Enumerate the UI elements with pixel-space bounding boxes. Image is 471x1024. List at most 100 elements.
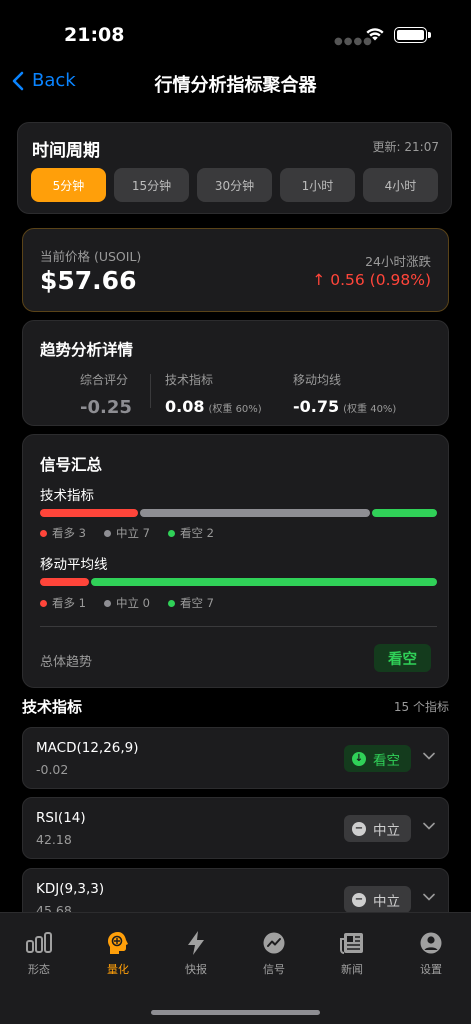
overall-trend-badge: 看空 bbox=[374, 644, 431, 672]
bear-segment bbox=[91, 578, 437, 586]
indicator-name: MACD(12,26,9) bbox=[36, 740, 139, 756]
tech-signal-bar bbox=[40, 509, 437, 517]
tab-label: 形态 bbox=[28, 963, 50, 976]
period-selector: 5分钟 15分钟 30分钟 1小时 4小时 bbox=[31, 168, 438, 202]
bull-dot-icon bbox=[40, 600, 47, 607]
signal-summary-card: 信号汇总 技术指标 看多 3 中立 7 看空 2 移动平均线 看多 1 中立 0… bbox=[22, 434, 449, 688]
neutral-dot-icon bbox=[103, 600, 111, 607]
trend-analysis-card: 趋势分析详情 综合评分 -0.25 技术指标 0.08 (权重 60%) 移动均线… bbox=[22, 320, 449, 426]
bear-segment bbox=[371, 509, 437, 517]
bar-chart-icon bbox=[26, 932, 52, 953]
tab-label: 新闻 bbox=[341, 963, 363, 976]
indicator-row-rsi[interactable]: RSI(14) 42.18 − 中立 bbox=[22, 797, 449, 859]
bull-segment bbox=[40, 578, 90, 586]
tech-score: 技术指标 0.08 (权重 60%) bbox=[165, 371, 262, 416]
period-4h-button[interactable]: 4小时 bbox=[363, 168, 438, 202]
ma-signal-bar bbox=[40, 578, 437, 586]
indicator-row-macd[interactable]: MACD(12,26,9) -0.02 ↓ 看空 bbox=[22, 727, 449, 789]
tab-signal[interactable]: 信号 bbox=[244, 929, 304, 977]
period-1h-button[interactable]: 1小时 bbox=[280, 168, 355, 202]
change-label: 24小时涨跌 bbox=[365, 254, 431, 269]
neutral-dot-icon bbox=[103, 530, 111, 537]
time-period-card: 时间周期 更新: 21:07 5分钟 15分钟 30分钟 1小时 4小时 bbox=[17, 122, 452, 214]
indicator-name: KDJ(9,3,3) bbox=[36, 881, 105, 897]
indicators-header: 技术指标 15 个指标 bbox=[22, 694, 449, 716]
ma-signal-label: 移动平均线 bbox=[40, 557, 108, 573]
tab-news[interactable]: 新闻 bbox=[322, 929, 382, 977]
user-icon bbox=[420, 932, 442, 954]
bull-dot-icon bbox=[40, 530, 47, 537]
updated-time: 更新: 21:07 bbox=[372, 140, 439, 154]
chevron-down-icon[interactable] bbox=[423, 822, 435, 830]
composite-score: 综合评分 -0.25 bbox=[80, 371, 132, 418]
chevron-down-icon[interactable] bbox=[423, 752, 435, 760]
newspaper-icon bbox=[340, 933, 363, 954]
status-time: 21:08 bbox=[64, 24, 125, 46]
chevron-down-icon[interactable] bbox=[423, 893, 435, 901]
ma-score-weight: (权重 40%) bbox=[343, 404, 397, 415]
tab-pattern[interactable]: 形态 bbox=[9, 929, 69, 977]
signal-badge: − 中立 bbox=[344, 886, 411, 913]
signal-label: 看空 bbox=[373, 752, 400, 769]
current-price: $57.66 bbox=[40, 266, 137, 295]
period-15m-button[interactable]: 15分钟 bbox=[114, 168, 189, 202]
neutral-segment bbox=[140, 509, 370, 517]
overall-trend-label: 总体趋势 bbox=[40, 655, 93, 670]
tab-label: 设置 bbox=[420, 963, 442, 976]
change-value: ↑ 0.56 (0.98%) bbox=[312, 271, 431, 289]
signal-badge: ↓ 看空 bbox=[344, 745, 411, 772]
signal-label: 中立 bbox=[373, 822, 400, 839]
bolt-icon bbox=[188, 931, 204, 955]
indicators-title: 技术指标 bbox=[22, 698, 83, 716]
signal-badge: − 中立 bbox=[344, 815, 411, 842]
tech-score-label: 技术指标 bbox=[165, 373, 214, 387]
signal-title: 信号汇总 bbox=[40, 456, 103, 474]
indicators-count: 15 个指标 bbox=[393, 700, 449, 714]
ma-score-value: -0.75 bbox=[293, 397, 340, 416]
composite-score-label: 综合评分 bbox=[80, 373, 129, 387]
home-indicator bbox=[151, 1010, 320, 1015]
page-title: 行情分析指标聚合器 bbox=[154, 75, 317, 96]
tab-quant[interactable]: 量化 bbox=[88, 929, 148, 977]
tab-label: 量化 bbox=[107, 963, 129, 976]
neutral-count: 中立 7 bbox=[115, 526, 150, 540]
bull-count: 看多 1 bbox=[52, 596, 86, 610]
trend-title: 趋势分析详情 bbox=[40, 341, 134, 359]
signal-label: 中立 bbox=[373, 893, 400, 910]
bull-segment bbox=[40, 509, 139, 517]
tab-settings[interactable]: 设置 bbox=[401, 929, 461, 977]
tab-label: 信号 bbox=[263, 963, 285, 976]
divider bbox=[40, 626, 437, 627]
period-30m-button[interactable]: 30分钟 bbox=[197, 168, 272, 202]
bear-dot-icon bbox=[167, 530, 175, 537]
wifi-icon bbox=[366, 28, 384, 41]
tech-score-value: 0.08 bbox=[165, 397, 205, 416]
battery-icon bbox=[394, 27, 431, 43]
price-card: 当前价格 (USOIL) $57.66 24小时涨跌 ↑ 0.56 (0.98%… bbox=[22, 228, 449, 312]
tab-label: 快报 bbox=[185, 963, 207, 976]
nav-bar: Back 行情分析指标聚合器 bbox=[0, 62, 471, 106]
tab-bar: 形态 量化 快报 信号 新闻 设置 bbox=[0, 912, 471, 1024]
brain-icon bbox=[108, 932, 128, 954]
status-bar: 21:08 ●●●● bbox=[0, 0, 471, 60]
arrow-down-icon: ↓ bbox=[352, 751, 366, 766]
minus-icon: − bbox=[352, 821, 366, 836]
indicator-value: -0.02 bbox=[36, 762, 69, 777]
tab-flash[interactable]: 快报 bbox=[166, 929, 226, 977]
ma-signal-legend: 看多 1 中立 0 看空 7 bbox=[40, 595, 214, 611]
indicator-value: 42.18 bbox=[36, 832, 72, 847]
neutral-count: 中立 0 bbox=[115, 596, 150, 610]
bear-count: 看空 7 bbox=[179, 596, 214, 610]
trend-chart-icon bbox=[263, 932, 285, 954]
divider bbox=[150, 374, 151, 408]
indicator-name: RSI(14) bbox=[36, 810, 86, 826]
period-5m-button[interactable]: 5分钟 bbox=[31, 168, 106, 202]
tech-signal-legend: 看多 3 中立 7 看空 2 bbox=[40, 525, 214, 541]
ma-score: 移动均线 -0.75 (权重 40%) bbox=[293, 371, 396, 416]
tech-score-weight: (权重 60%) bbox=[208, 404, 262, 415]
bear-dot-icon bbox=[167, 600, 175, 607]
bear-count: 看空 2 bbox=[179, 526, 214, 540]
ma-score-label: 移动均线 bbox=[293, 373, 342, 387]
minus-icon: − bbox=[352, 892, 366, 907]
bull-count: 看多 3 bbox=[52, 526, 86, 540]
